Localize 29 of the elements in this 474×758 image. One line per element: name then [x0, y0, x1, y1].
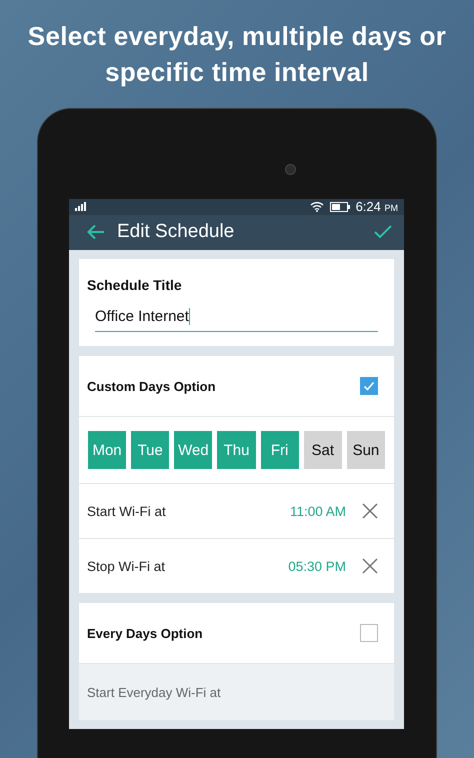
day-toggle[interactable]: Tue	[131, 431, 170, 469]
option-label: Custom Days Option	[87, 378, 216, 394]
day-toggle[interactable]: Sat	[304, 431, 342, 469]
close-icon[interactable]	[362, 503, 378, 519]
wifi-icon	[310, 201, 324, 212]
camera-lens	[285, 164, 296, 175]
close-icon[interactable]	[362, 558, 378, 574]
option-label: Every Days Option	[87, 626, 203, 640]
headline: Select everyday, multiple days or specific time interval	[26, 20, 448, 89]
day-toggle[interactable]: Mon	[88, 431, 126, 469]
checkbox[interactable]	[360, 624, 378, 642]
time-label: Start Wi-Fi at	[87, 504, 167, 518]
battery-icon	[330, 202, 350, 212]
checkbox[interactable]	[360, 377, 378, 395]
day-toggle[interactable]: Thu	[217, 431, 256, 469]
day-toggle[interactable]: Sun	[346, 431, 385, 469]
checkmark-icon	[362, 379, 376, 393]
screen-title: Edit Schedule	[117, 221, 236, 244]
time-value[interactable]: 11:00 AM	[290, 504, 346, 518]
signal-icon	[75, 202, 87, 212]
back-arrow-icon[interactable]	[87, 224, 105, 240]
checkmark-icon[interactable]	[374, 225, 392, 240]
title-input-field[interactable]: Office Internet	[95, 305, 378, 332]
field-label: Schedule Title	[87, 277, 183, 293]
day-toggle[interactable]: Fri	[260, 431, 299, 469]
time-value[interactable]: 05:30 PM	[288, 558, 346, 574]
day-toggle[interactable]: Wed	[174, 431, 212, 469]
clock-time: 6:24 PM	[356, 199, 398, 214]
time-label: Stop Wi-Fi at	[87, 558, 166, 574]
